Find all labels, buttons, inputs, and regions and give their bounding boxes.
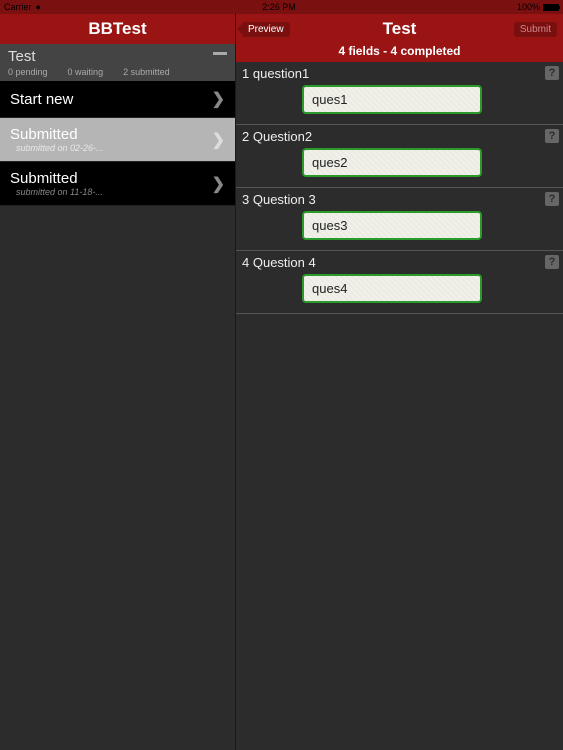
item-subtitle: submitted on 11-18-... — [16, 187, 212, 197]
question-row: ? 1 question1 ques1 — [236, 62, 563, 125]
help-icon[interactable]: ? — [545, 192, 559, 206]
question-label: Question 3 — [253, 192, 316, 207]
chevron-right-icon: ❯ — [212, 130, 225, 150]
battery-icon — [543, 4, 559, 11]
wifi-icon: ● — [36, 2, 41, 12]
help-icon[interactable]: ? — [545, 255, 559, 269]
answer-input[interactable]: ques1 — [302, 85, 482, 114]
submit-button[interactable]: Submit — [514, 22, 557, 37]
item-title: Submitted — [10, 170, 212, 187]
question-num: 2 — [242, 129, 249, 144]
help-icon[interactable]: ? — [545, 129, 559, 143]
item-title: Submitted — [10, 126, 212, 143]
question-row: ? 4 Question 4 ques4 — [236, 251, 563, 314]
test-summary[interactable]: Test 0 pending 0 waiting 2 submitted — [0, 44, 235, 81]
waiting-count: 0 waiting — [68, 67, 104, 77]
test-summary-title: Test — [8, 48, 227, 65]
chevron-right-icon: ❯ — [212, 174, 225, 194]
question-label: Question2 — [253, 129, 312, 144]
list-item-submitted-2[interactable]: Submitted submitted on 11-18-... ❯ — [0, 162, 235, 206]
help-icon[interactable]: ? — [545, 66, 559, 80]
left-pane: BBTest Test 0 pending 0 waiting 2 submit… — [0, 14, 235, 750]
submitted-count: 2 submitted — [123, 67, 170, 77]
list-item-submitted-1[interactable]: Submitted submitted on 02-26-... ❯ — [0, 118, 235, 162]
status-time: 2:26 PM — [262, 2, 296, 12]
item-subtitle: submitted on 02-26-... — [16, 143, 212, 153]
form-subtitle: 4 fields - 4 completed — [236, 44, 563, 62]
question-label: question1 — [253, 66, 309, 81]
question-num: 4 — [242, 255, 249, 270]
question-num: 3 — [242, 192, 249, 207]
answer-input[interactable]: ques2 — [302, 148, 482, 177]
list-item-start-new[interactable]: Start new ❯ — [0, 81, 235, 118]
answer-input[interactable]: ques4 — [302, 274, 482, 303]
status-bar: Carrier ● 2:26 PM 100% — [0, 0, 563, 14]
question-label: Question 4 — [253, 255, 316, 270]
battery-percent: 100% — [517, 2, 540, 12]
right-pane: Preview Test Submit 4 fields - 4 complet… — [235, 14, 563, 750]
item-title: Start new — [10, 91, 212, 108]
answer-input[interactable]: ques3 — [302, 211, 482, 240]
pending-count: 0 pending — [8, 67, 48, 77]
collapse-icon[interactable] — [213, 52, 227, 55]
question-row: ? 2 Question2 ques2 — [236, 125, 563, 188]
right-header: Preview Test Submit — [236, 14, 563, 44]
carrier-label: Carrier — [4, 2, 32, 12]
chevron-right-icon: ❯ — [212, 89, 225, 109]
preview-button[interactable]: Preview — [242, 22, 290, 37]
left-header-title: BBTest — [0, 14, 235, 44]
question-row: ? 3 Question 3 ques3 — [236, 188, 563, 251]
question-num: 1 — [242, 66, 249, 81]
